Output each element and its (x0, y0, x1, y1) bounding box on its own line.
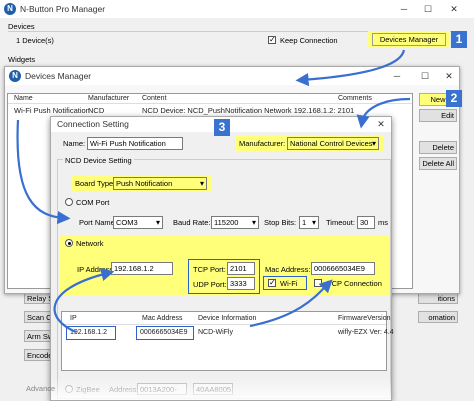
zigbee-radio[interactable] (65, 385, 73, 393)
col-content: Content (142, 95, 167, 102)
ip-address-label: IP Address: (77, 265, 116, 274)
table-row[interactable]: Wi-Fi Push Notification NCD NCD Device: … (8, 105, 412, 116)
discovered-devices-header-line (62, 324, 386, 325)
devices-manager-title: Devices Manager (25, 71, 92, 81)
com-port-label: COM Port (76, 198, 110, 207)
devices-manager-button[interactable]: Devices Manager (372, 33, 446, 46)
minimize-icon[interactable]: ─ (396, 3, 412, 15)
col-comments: Comments (338, 95, 372, 102)
delete-all-button[interactable]: Delete All (419, 157, 457, 170)
keep-connection-label: Keep Connection (280, 36, 338, 45)
table-col-mac: Mac Address (142, 315, 183, 322)
name-label: Name: (63, 139, 86, 148)
network-radio[interactable] (65, 239, 73, 247)
connection-setting-dialog: Connection Setting ✕ Name: Wi-Fi Push No… (50, 116, 394, 401)
row-name: Wi-Fi Push Notification (14, 106, 90, 115)
row-manufacturer: NCD (88, 106, 105, 115)
discovered-devices-table: IP Mac Address Device Information Firmwa… (61, 311, 394, 371)
port-name-label: Port Name: (79, 218, 117, 227)
table-cell-ip: 192.168.1.2 (70, 329, 107, 336)
tcp-port-label: TCP Port: (193, 265, 226, 274)
timeout-unit: ms (378, 218, 388, 227)
ncd-device-setting-title: NCD Device Setting (63, 156, 134, 165)
maximize-icon[interactable]: ☐ (420, 3, 436, 15)
name-field[interactable]: Wi-Fi Push Notification (87, 137, 183, 150)
com-port-radio[interactable] (65, 198, 73, 206)
devices-manager-titlebar: N Devices Manager ─ ☐ ✕ (5, 67, 459, 85)
keep-connection-checkbox[interactable]: ✓ (268, 36, 276, 44)
delete-button[interactable]: Delete (419, 141, 457, 154)
address-field-low[interactable]: 40AA8005 (193, 383, 233, 395)
baud-rate-select[interactable]: 115200 (211, 216, 259, 229)
callout-badge-3: 3 (214, 119, 230, 136)
app-logo-icon: N (4, 3, 16, 15)
udp-port-field[interactable]: 3333 (227, 277, 255, 290)
table-col-info: Device Information (198, 315, 257, 322)
advance-label: Advance (26, 384, 56, 393)
table-col-ip: IP (70, 315, 77, 322)
edit-button[interactable]: Edit (419, 109, 457, 122)
tcp-connection-checkbox[interactable] (314, 279, 322, 287)
device-count: 1 Device(s) (16, 36, 54, 45)
mac-address-field[interactable]: 0006665034E9 (311, 262, 375, 275)
table-cell-mac: 0006665034E9 (140, 329, 188, 336)
table-row[interactable]: 192.168.1.2 0006665034E9 NCD-WiFly wifly… (62, 326, 394, 340)
cs-close-icon[interactable]: ✕ (373, 118, 389, 130)
close-icon[interactable]: ✕ (446, 3, 462, 15)
callout-badge-2: 2 (446, 90, 462, 107)
connection-setting-title: Connection Setting (57, 119, 129, 129)
main-titlebar: N N-Button Pro Manager ─ ☐ ✕ (0, 0, 474, 18)
devices-manager-logo-icon: N (9, 70, 21, 82)
udp-port-label: UDP Port: (193, 280, 227, 289)
row-content: NCD Device: NCD_PushNotification Network… (142, 106, 355, 115)
col-name: Name (14, 95, 33, 102)
baud-rate-label: Baud Rate: (173, 218, 211, 227)
board-type-label: Board Type: (75, 179, 116, 188)
col-manufacturer: Manufacturer (88, 95, 130, 102)
dm-minimize-icon[interactable]: ─ (389, 70, 405, 82)
zigbee-label: ZigBee (76, 385, 100, 394)
network-label: Network (76, 239, 104, 248)
stop-bits-select[interactable]: 1 (299, 216, 319, 229)
address-field-high[interactable]: 0013A200- (137, 383, 187, 395)
ip-address-field[interactable]: 192.168.1.2 (111, 262, 173, 275)
table-col-firmware: FirmwareVersion (338, 315, 391, 322)
devices-section-label: Devices (8, 22, 35, 31)
wifi-checkbox[interactable]: ✓ (268, 279, 276, 287)
stop-bits-label: Stop Bits: (264, 218, 297, 227)
table-cell-info: NCD-WiFly (198, 329, 233, 336)
wifi-label: Wi-Fi (280, 279, 298, 288)
timeout-field[interactable]: 30 (357, 216, 375, 229)
manufacturer-label: Manufacturer: (239, 139, 286, 148)
dm-close-icon[interactable]: ✕ (441, 70, 457, 82)
manufacturer-select[interactable]: National Control Devices (287, 137, 379, 150)
board-type-select[interactable]: Push Notification (113, 177, 207, 190)
dm-maximize-icon[interactable]: ☐ (417, 70, 433, 82)
port-name-select[interactable]: COM3 (113, 216, 163, 229)
widgets-section-label: Widgets (8, 55, 36, 64)
address-label: Address: (109, 385, 139, 394)
mac-address-label: Mac Address: (265, 265, 311, 274)
tcp-port-field[interactable]: 2101 (227, 262, 255, 275)
tcp-connection-label: TCP Connection (327, 279, 382, 288)
table-cell-firmware: wifly-EZX Ver: 4.4 (338, 329, 394, 336)
callout-badge-1: 1 (451, 31, 467, 48)
timeout-label: Timeout: (326, 218, 355, 227)
automation-button[interactable]: omation (418, 311, 458, 323)
main-window-title: N-Button Pro Manager (20, 4, 106, 14)
